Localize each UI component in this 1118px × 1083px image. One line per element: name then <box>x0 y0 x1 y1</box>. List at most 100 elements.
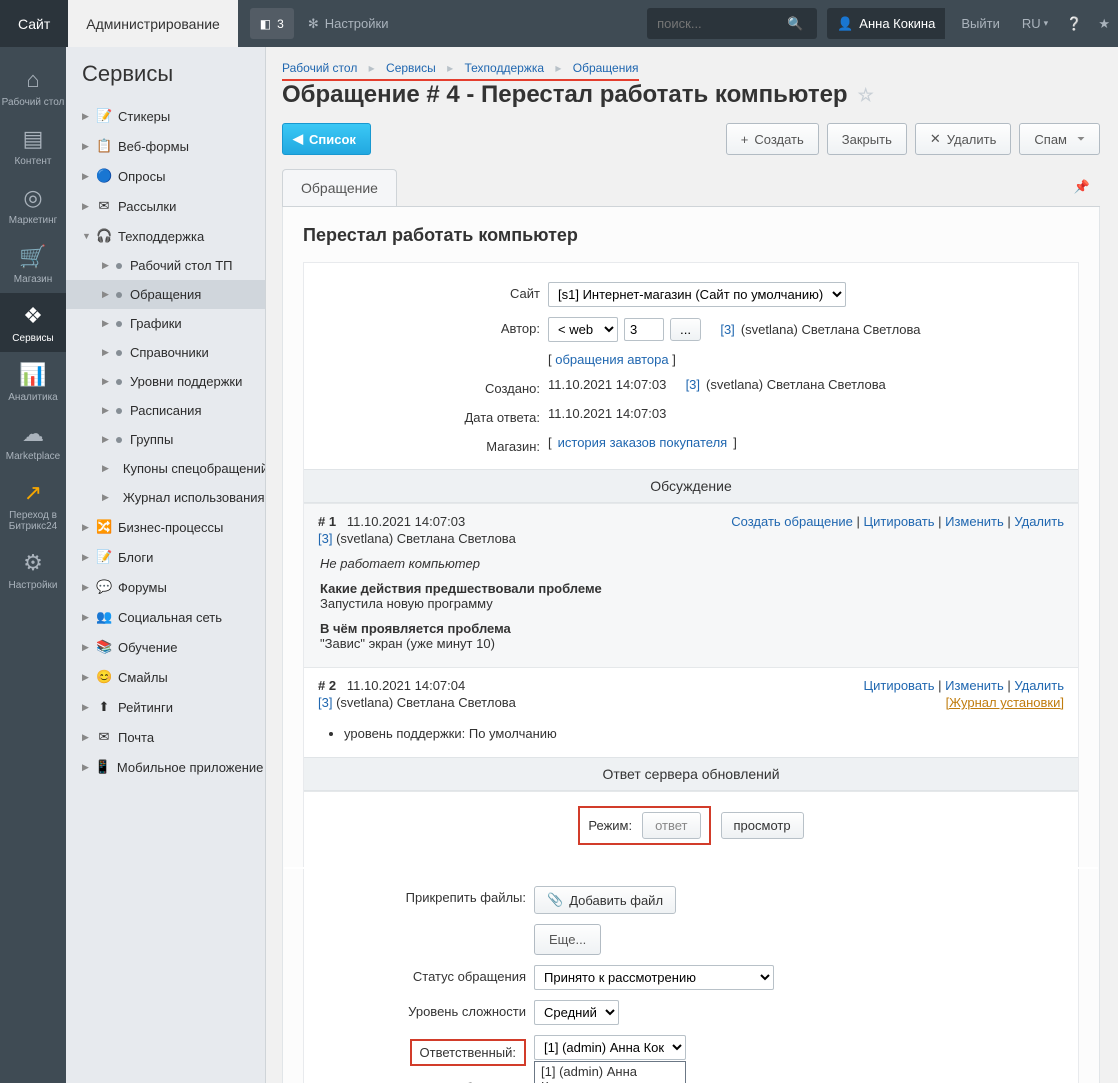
author-source-select[interactable]: < web > <box>548 317 618 342</box>
tab-admin[interactable]: Администрирование <box>68 0 238 47</box>
sidebar-item[interactable]: ▶💬Форумы <box>66 572 265 602</box>
breadcrumb-link[interactable]: Техподдержка <box>464 61 544 75</box>
close-button[interactable]: Закрыть <box>827 123 907 155</box>
sidebar-subitem[interactable]: ▶Купоны спецобращений <box>66 454 265 483</box>
gear-icon: ✻ <box>308 16 319 32</box>
rail-content[interactable]: ▤Контент <box>0 116 66 175</box>
journal-link[interactable]: [Журнал установки] <box>946 695 1064 710</box>
rail-marketing[interactable]: ◎Маркетинг <box>0 175 66 234</box>
breadcrumb: Рабочий стол ▸ Сервисы ▸ Техподдержка ▸ … <box>282 61 1100 75</box>
quote-link[interactable]: Цитировать <box>864 678 935 693</box>
sidebar-subitem[interactable]: ▶Расписания <box>66 396 265 425</box>
status-select[interactable]: Принято к рассмотрению <box>534 965 774 990</box>
sidebar-item[interactable]: ▶👥Социальная сеть <box>66 602 265 632</box>
add-file-button[interactable]: 📎Добавить файл <box>534 886 676 914</box>
rail-label: Контент <box>14 156 51 167</box>
quick-settings[interactable]: ✻ Настройки <box>294 0 403 47</box>
help-icon[interactable]: ❔ <box>1058 0 1090 47</box>
sidebar-item-label: Обучение <box>118 640 177 655</box>
sidebar-item[interactable]: ▶📝Стикеры <box>66 101 265 131</box>
responsible-select[interactable]: [1] (admin) Анна Кокина <box>534 1035 686 1060</box>
delete-button[interactable]: ✕Удалить <box>915 123 1012 155</box>
mode-preview-tab[interactable]: просмотр <box>721 812 804 839</box>
rail-marketplace[interactable]: ☁Marketplace <box>0 411 66 470</box>
favorite-star-icon[interactable]: ☆ <box>858 85 874 106</box>
sidebar-item[interactable]: ▶😊Смайлы <box>66 662 265 692</box>
sidebar-subitem[interactable]: ▶Группы <box>66 425 265 454</box>
sidebar-item[interactable]: ▼🎧Техподдержка <box>66 221 265 251</box>
sidebar-subitem[interactable]: ▶Журнал использования куп <box>66 483 265 512</box>
rail-services[interactable]: ❖Сервисы <box>0 293 66 352</box>
sidebar-item-label: Техподдержка <box>118 229 204 244</box>
folder-icon: 📚 <box>96 639 112 655</box>
sidebar-item[interactable]: ▶📋Веб-формы <box>66 131 265 161</box>
responsible-label: Ответственный: <box>410 1039 526 1066</box>
message-author-link[interactable]: [3] <box>318 531 332 546</box>
dropdown-option[interactable]: [1] (admin) Анна Кокина <box>535 1062 685 1083</box>
site-select[interactable]: [s1] Интернет-магазин (Сайт по умолчанию… <box>548 282 846 307</box>
list-button-label: Список <box>309 132 356 147</box>
breadcrumb-link[interactable]: Обращения <box>573 61 639 75</box>
lookup-button[interactable]: ... <box>670 318 701 341</box>
pin-icon[interactable]: 📌 <box>1064 169 1100 206</box>
sidebar-subitem[interactable]: ▶Графики <box>66 309 265 338</box>
chevron-right-icon: ▶ <box>82 201 90 212</box>
star-icon[interactable]: ★ <box>1090 0 1118 47</box>
rail-analytics[interactable]: 📊Аналитика <box>0 352 66 411</box>
rail-bitrix24[interactable]: ↗Переход в Битрикс24 <box>0 470 66 540</box>
main-content: Рабочий стол ▸ Сервисы ▸ Техподдержка ▸ … <box>266 47 1118 1083</box>
rail-shop[interactable]: 🛒Магазин <box>0 234 66 293</box>
reply-date-label: Дата ответа: <box>318 406 548 425</box>
sidebar-item[interactable]: ▶🔵Опросы <box>66 161 265 191</box>
sidebar-item[interactable]: ▶✉Почта <box>66 722 265 752</box>
chevron-right-icon: ▶ <box>82 552 90 563</box>
language-selector[interactable]: RU ▾ <box>1012 0 1058 47</box>
author-link[interactable]: [3] <box>720 322 734 337</box>
rail-settings[interactable]: ⚙Настройки <box>0 540 66 599</box>
sidebar-subitem[interactable]: ▶Справочники <box>66 338 265 367</box>
breadcrumb-link[interactable]: Сервисы <box>386 61 436 75</box>
mode-answer-tab[interactable]: ответ <box>642 812 700 839</box>
rail-label: Marketplace <box>6 451 60 462</box>
created-by-link[interactable]: [3] <box>686 377 700 392</box>
global-search[interactable]: 🔍 <box>647 8 817 39</box>
edit-link[interactable]: Изменить <box>945 514 1004 529</box>
sidebar-item[interactable]: ▶✉Рассылки <box>66 191 265 221</box>
sidebar-item[interactable]: ▶📱Мобильное приложение <box>66 752 265 782</box>
sidebar-subitem-label: Графики <box>130 316 182 331</box>
sidebar-subitem[interactable]: ▶Обращения <box>66 280 265 309</box>
quote-link[interactable]: Цитировать <box>864 514 935 529</box>
notification-badge[interactable]: ◧ 3 <box>250 8 294 39</box>
delete-link[interactable]: Удалить <box>1014 514 1064 529</box>
sidebar-item[interactable]: ▶📚Обучение <box>66 632 265 662</box>
create-ticket-link[interactable]: Создать обращение <box>731 514 853 529</box>
author-tickets-link[interactable]: обращения автора <box>555 352 668 367</box>
create-button[interactable]: +Создать <box>726 123 819 155</box>
delete-link[interactable]: Удалить <box>1014 678 1064 693</box>
rail-desktop[interactable]: ⌂Рабочий стол <box>0 57 66 116</box>
order-history-link[interactable]: история заказов покупателя <box>558 435 728 450</box>
ticket-panel: Перестал работать компьютер Сайт [s1] Ин… <box>282 207 1100 1083</box>
breadcrumb-link[interactable]: Рабочий стол <box>282 61 357 75</box>
tab-site[interactable]: Сайт <box>0 0 68 47</box>
logout-link[interactable]: Выйти <box>949 0 1012 47</box>
sidebar-item[interactable]: ▶📝Блоги <box>66 542 265 572</box>
sidebar-subitem[interactable]: ▶Рабочий стол ТП <box>66 251 265 280</box>
sidebar-item[interactable]: ▶🔀Бизнес-процессы <box>66 512 265 542</box>
author-id-input[interactable] <box>624 318 664 341</box>
edit-link[interactable]: Изменить <box>945 678 1004 693</box>
current-user[interactable]: 👤 Анна Кокина <box>827 8 945 39</box>
search-input[interactable] <box>657 16 787 31</box>
more-button[interactable]: Еще... <box>534 924 601 955</box>
message-author-link[interactable]: [3] <box>318 695 332 710</box>
difficulty-select[interactable]: Средний <box>534 1000 619 1025</box>
tab-ticket[interactable]: Обращение <box>282 169 397 206</box>
attach-label: Прикрепить файлы: <box>304 886 534 905</box>
folder-icon: 🔀 <box>96 519 112 535</box>
search-icon[interactable]: 🔍 <box>787 16 803 32</box>
sidebar-subitem[interactable]: ▶Уровни поддержки <box>66 367 265 396</box>
sidebar-item[interactable]: ▶⬆Рейтинги <box>66 692 265 722</box>
bullet-icon <box>116 292 122 298</box>
spam-button[interactable]: Спам <box>1019 123 1100 155</box>
list-button[interactable]: ◀ Список <box>282 123 371 155</box>
